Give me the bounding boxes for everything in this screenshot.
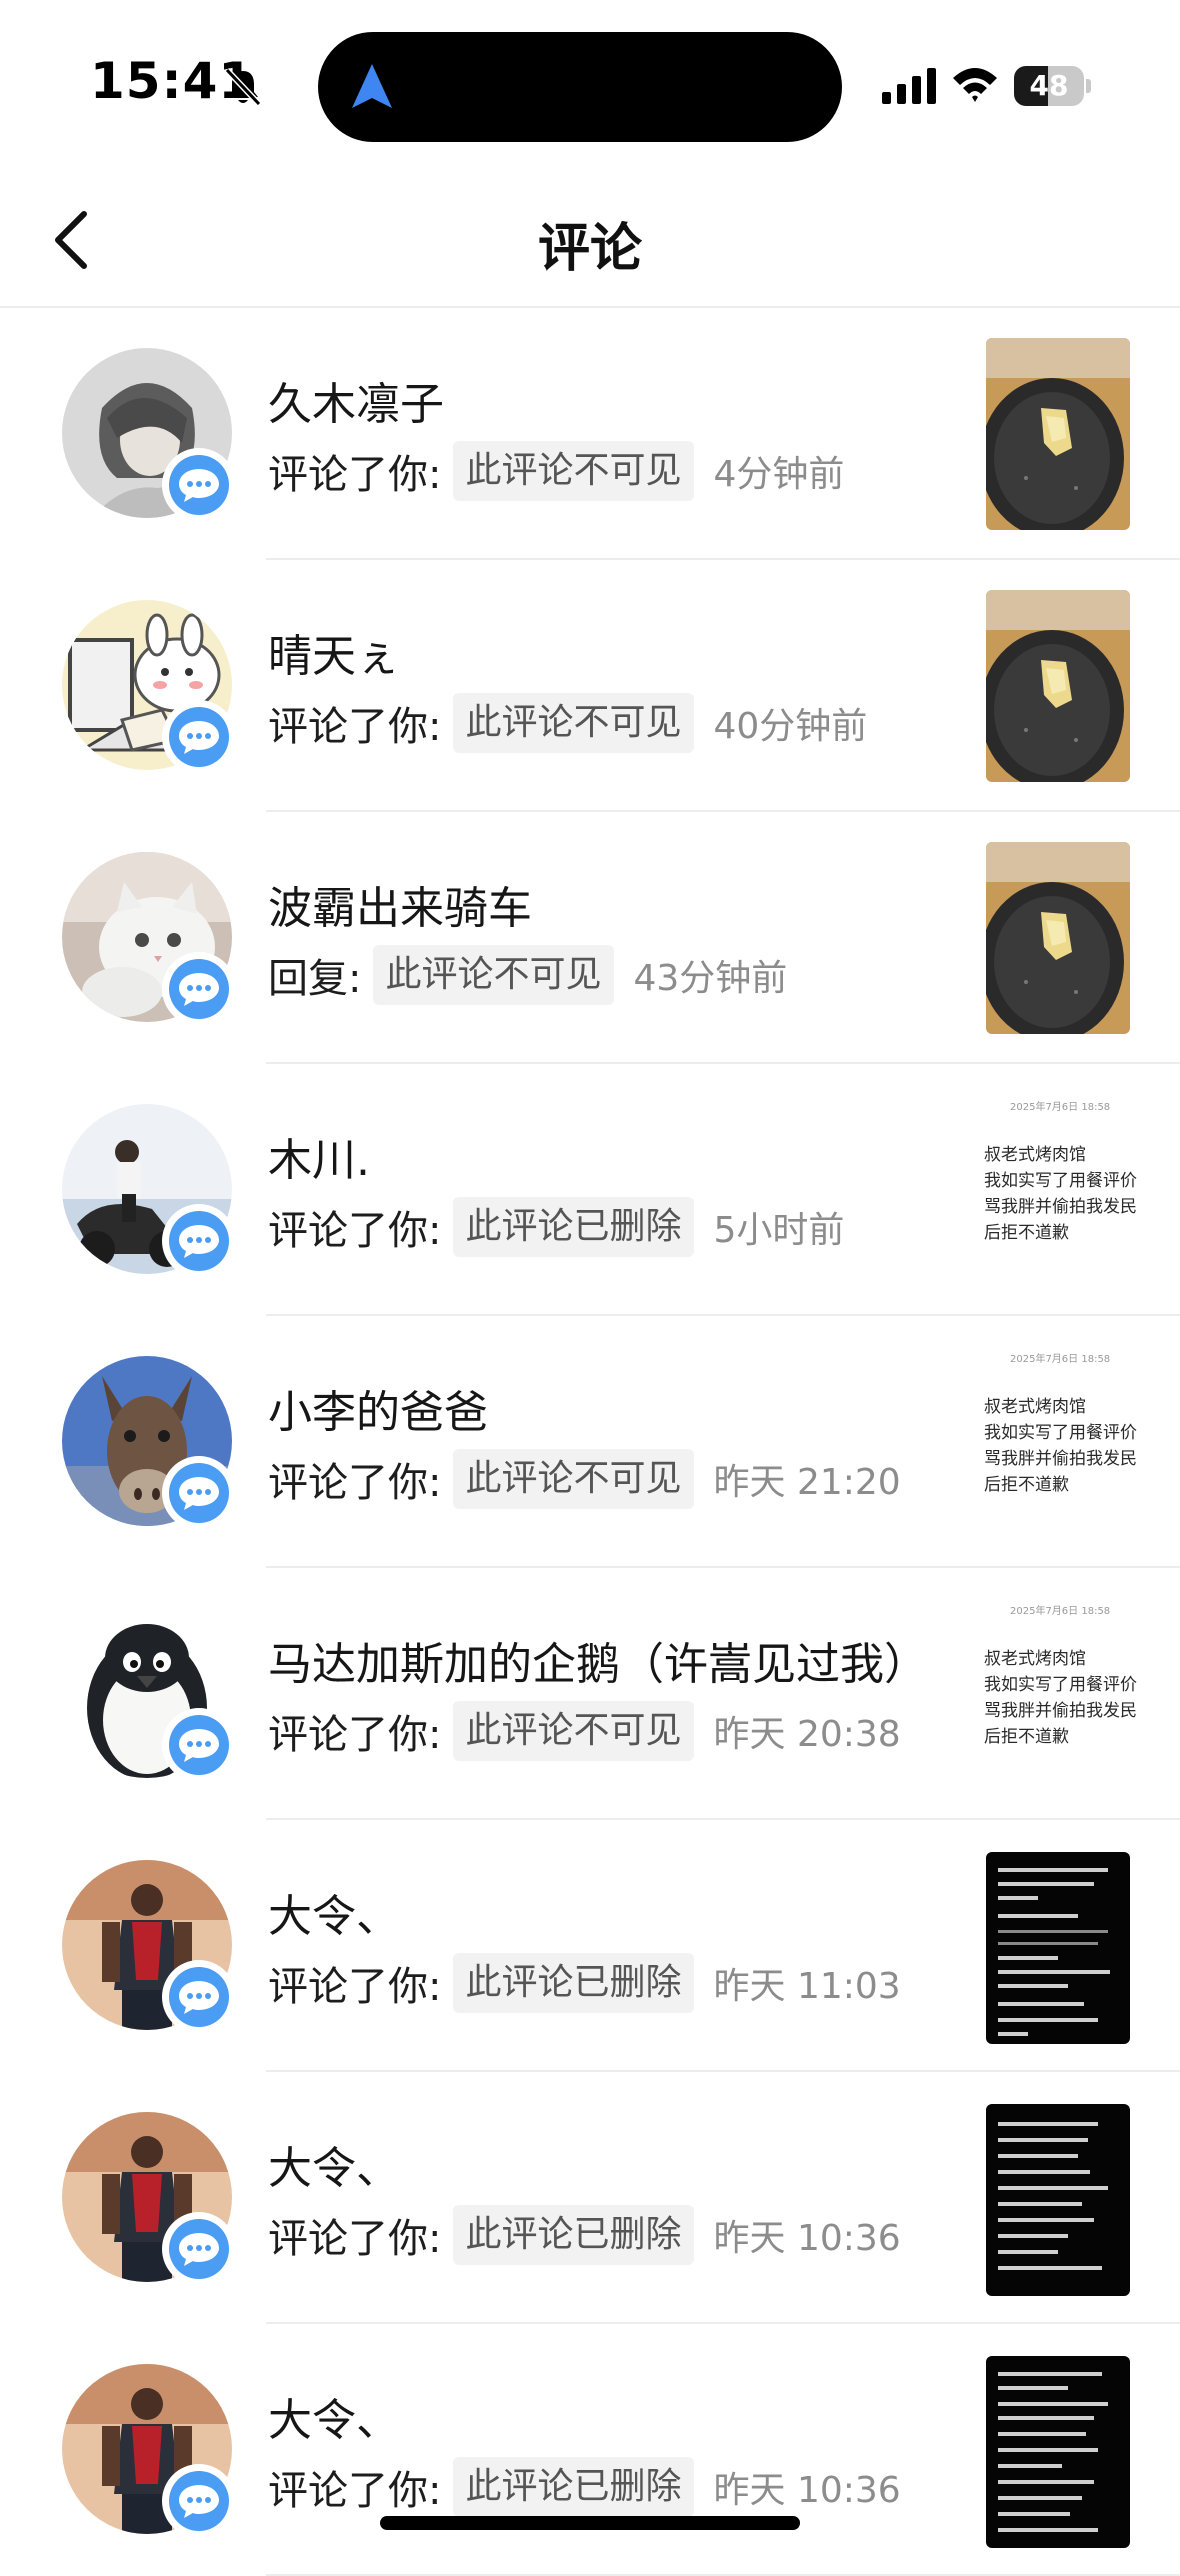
- action-label: 评论了你:: [268, 1712, 442, 1758]
- timestamp: 昨天 20:38: [713, 1714, 901, 1755]
- notification-item[interactable]: 大令、 评论了你: 此评论已删除 昨天 11:03: [0, 1820, 1180, 2072]
- action-label: 回复:: [268, 956, 362, 1002]
- username[interactable]: 马达加斯加的企鹅（许嵩见过我）: [268, 1628, 928, 1692]
- notification-item[interactable]: 波霸出来骑车 回复: 此评论不可见 43分钟前: [0, 812, 1180, 1064]
- comment-status-chip: 此评论不可见: [453, 441, 694, 501]
- timestamp: 40分钟前: [713, 706, 868, 747]
- action-label: 评论了你:: [268, 1460, 442, 1506]
- thumbnail-date: 2025年7月6日 18:58: [1010, 1102, 1111, 1113]
- battery-body: 48: [1014, 66, 1084, 106]
- timestamp: 昨天 21:20: [713, 1462, 901, 1503]
- username[interactable]: 大令、: [268, 2132, 400, 2196]
- post-thumbnail-text[interactable]: 2025年7月6日 18:58 叔老式烤肉馆 我如实写了用餐评价 骂我胖并偷拍我…: [984, 1344, 1180, 1534]
- thumbnail-date: 2025年7月6日 18:58: [1010, 1354, 1111, 1365]
- comment-icon: [162, 1456, 236, 1530]
- notification-item[interactable]: 马达加斯加的企鹅（许嵩见过我） 评论了你: 此评论不可见 昨天 20:38 20…: [0, 1568, 1180, 1820]
- notification-item[interactable]: 小李的爸爸 评论了你: 此评论不可见 昨天 21:20 2025年7月6日 18…: [0, 1316, 1180, 1568]
- post-thumbnail-dark-text[interactable]: [986, 2356, 1130, 2548]
- action-line: 评论了你: 此评论已删除 昨天 10:36: [268, 2204, 901, 2266]
- wifi-icon: [953, 68, 997, 102]
- comment-status-chip: 此评论已删除: [453, 2457, 694, 2517]
- action-line: 评论了你: 此评论已删除 5小时前: [268, 1196, 844, 1258]
- dynamic-island: [318, 32, 842, 142]
- post-thumbnail-dark-text[interactable]: [986, 1852, 1130, 2044]
- action-line: 评论了你: 此评论不可见 昨天 20:38: [268, 1700, 901, 1762]
- battery-level: 48: [1029, 69, 1069, 102]
- timestamp: 昨天 10:36: [713, 2218, 901, 2259]
- comment-status-chip: 此评论已删除: [453, 2205, 694, 2265]
- post-thumbnail-text[interactable]: 2025年7月6日 18:58 叔老式烤肉馆 我如实写了用餐评价 骂我胖并偷拍我…: [984, 1596, 1180, 1786]
- comment-icon: [162, 448, 236, 522]
- action-label: 评论了你:: [268, 2468, 442, 2514]
- post-thumbnail-food-photo[interactable]: [986, 842, 1130, 1034]
- username[interactable]: 波霸出来骑车: [268, 872, 532, 936]
- comment-status-chip: 此评论不可见: [453, 1701, 694, 1761]
- comment-icon: [162, 1204, 236, 1278]
- timestamp: 昨天 11:03: [713, 1966, 901, 2007]
- battery-cap: [1086, 79, 1091, 93]
- thumbnail-text-lines: 叔老式烤肉馆 我如实写了用餐评价 骂我胖并偷拍我发民 后拒不道歉: [984, 1397, 1137, 1495]
- action-label: 评论了你:: [268, 452, 442, 498]
- post-thumbnail-food-photo[interactable]: [986, 590, 1130, 782]
- action-label: 评论了你:: [268, 1964, 442, 2010]
- thumbnail-date: 2025年7月6日 18:58: [1010, 1606, 1111, 1617]
- timestamp: 昨天 10:36: [713, 2470, 901, 2511]
- action-label: 评论了你:: [268, 1208, 442, 1254]
- post-thumbnail-food-photo[interactable]: [986, 338, 1130, 530]
- comment-icon: [162, 700, 236, 774]
- timestamp: 5小时前: [713, 1210, 845, 1251]
- comment-icon: [162, 952, 236, 1026]
- username[interactable]: 大令、: [268, 2384, 400, 2448]
- action-line: 回复: 此评论不可见 43分钟前: [268, 944, 787, 1006]
- post-thumbnail-dark-text[interactable]: [986, 2104, 1130, 2296]
- action-line: 评论了你: 此评论不可见 4分钟前: [268, 440, 844, 502]
- navigation-arrow-icon: [352, 64, 392, 108]
- bell-muted-icon: [224, 67, 262, 107]
- post-thumbnail-text[interactable]: 2025年7月6日 18:58 叔老式烤肉馆 我如实写了用餐评价 骂我胖并偷拍我…: [984, 1092, 1180, 1282]
- comment-icon: [162, 2464, 236, 2538]
- comment-icon: [162, 2212, 236, 2286]
- comment-status-chip: 此评论不可见: [453, 693, 694, 753]
- notification-item[interactable]: 大令、 评论了你: 此评论已删除 昨天 10:36: [0, 2324, 1180, 2576]
- page-title: 评论: [537, 219, 642, 279]
- action-label: 评论了你:: [268, 704, 442, 750]
- comment-status-chip: 此评论已删除: [453, 1197, 694, 1257]
- battery-icon: 48: [1014, 66, 1092, 106]
- thumbnail-text-lines: 叔老式烤肉馆 我如实写了用餐评价 骂我胖并偷拍我发民 后拒不道歉: [984, 1145, 1137, 1243]
- comment-status-chip: 此评论不可见: [453, 1449, 694, 1509]
- notification-item[interactable]: 晴天ぇ 评论了你: 此评论不可见 40分钟前: [0, 560, 1180, 812]
- timestamp: 43分钟前: [633, 958, 788, 999]
- username[interactable]: 晴天ぇ: [268, 620, 400, 684]
- home-indicator[interactable]: [380, 2516, 800, 2530]
- comment-status-chip: 此评论不可见: [373, 945, 614, 1005]
- username[interactable]: 久木凛子: [268, 368, 444, 432]
- comment-icon: [162, 1708, 236, 1782]
- action-line: 评论了你: 此评论已删除 昨天 10:36: [268, 2456, 901, 2518]
- action-label: 评论了你:: [268, 2216, 442, 2262]
- notification-item[interactable]: 木川. 评论了你: 此评论已删除 5小时前 2025年7月6日 18:58 叔老…: [0, 1064, 1180, 1316]
- notification-item[interactable]: 大令、 评论了你: 此评论已删除 昨天 10:36: [0, 2072, 1180, 2324]
- status-bar: 15:41 48: [0, 0, 1180, 170]
- notification-list: 久木凛子 评论了你: 此评论不可见 4分钟前 晴天ぇ 评论了你: 此评论不可见 …: [0, 308, 1180, 2576]
- username[interactable]: 大令、: [268, 1880, 400, 1944]
- action-line: 评论了你: 此评论已删除 昨天 11:03: [268, 1952, 901, 2014]
- thumbnail-text-lines: 叔老式烤肉馆 我如实写了用餐评价 骂我胖并偷拍我发民 后拒不道歉: [984, 1649, 1137, 1747]
- header: 评论: [0, 170, 1180, 308]
- username[interactable]: 木川.: [268, 1124, 370, 1188]
- comment-status-chip: 此评论已删除: [453, 1953, 694, 2013]
- action-line: 评论了你: 此评论不可见 40分钟前: [268, 692, 867, 754]
- comment-icon: [162, 1960, 236, 2034]
- notification-item[interactable]: 久木凛子 评论了你: 此评论不可见 4分钟前: [0, 308, 1180, 560]
- action-line: 评论了你: 此评论不可见 昨天 21:20: [268, 1448, 901, 1510]
- username[interactable]: 小李的爸爸: [268, 1376, 488, 1440]
- cellular-signal-icon: [882, 68, 936, 104]
- timestamp: 4分钟前: [713, 454, 845, 495]
